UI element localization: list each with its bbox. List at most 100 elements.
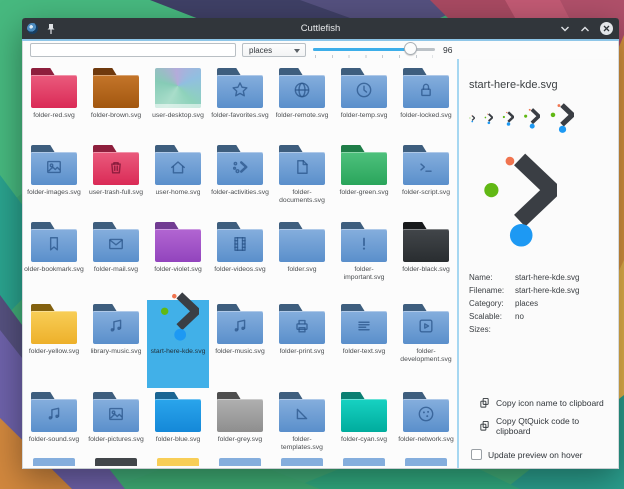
icon-cell-library-music.svg[interactable]: library-music.svg	[85, 300, 147, 388]
icon-label: folder-sound.svg	[29, 436, 79, 444]
icon-cell-user-desktop.svg[interactable]: user-desktop.svg	[147, 64, 209, 141]
start-here-kde-logo-icon	[484, 113, 493, 125]
icon-size-slider[interactable]	[313, 41, 437, 60]
preview-title: start-here-kde.svg	[469, 79, 610, 91]
icon-cell-folder-green.svg[interactable]: folder-green.svg	[333, 141, 395, 218]
network-emblem-icon	[416, 404, 436, 424]
detail-label: Filename:	[469, 284, 515, 297]
textlines-emblem-icon	[354, 316, 374, 336]
detail-row-category: Category:places	[469, 297, 610, 310]
icon-cell-folder-blue.svg[interactable]: folder-blue.svg	[147, 388, 209, 458]
action-button-copy-qtquick-code[interactable]: Copy QtQuick code to clipboard	[479, 416, 610, 436]
slider-value: 96	[443, 45, 452, 55]
icon-cell-folder-cyan.svg[interactable]: folder-cyan.svg	[333, 388, 395, 458]
icon-label: folder- development.svg	[400, 348, 451, 363]
icon-cell-folder-documents.svg[interactable]: folder- documents.svg	[271, 141, 333, 218]
icon-label: folder-green.svg	[339, 189, 388, 197]
icon-cell-folder-network.svg[interactable]: folder-network.svg	[395, 388, 457, 458]
icon-cell-folder-yellow.svg[interactable]: folder-yellow.svg	[23, 300, 85, 388]
update-preview-checkbox-row[interactable]: Update preview on hover	[471, 449, 610, 460]
clipped-icon[interactable]	[333, 458, 395, 466]
folder-icon	[341, 304, 387, 344]
icon-label: folder-black.svg	[402, 266, 450, 274]
clipped-icon[interactable]	[85, 458, 147, 466]
icon-cell-folder-brown.svg[interactable]: folder-brown.svg	[85, 64, 147, 141]
film-emblem-icon	[230, 234, 250, 254]
clipped-icon[interactable]	[271, 458, 333, 466]
icon-cell-folder-text.svg[interactable]: folder-text.svg	[333, 300, 395, 388]
icon-cell-folder-favorites.svg[interactable]: folder-favorites.svg	[209, 64, 271, 141]
icon-label: folder-violet.svg	[154, 266, 202, 274]
shade-button-chevron-down-icon[interactable]	[560, 25, 570, 33]
icon-label: folder-grey.svg	[218, 436, 262, 444]
clipped-icon[interactable]	[395, 458, 457, 466]
icon-cell-folder-grey.svg[interactable]: folder-grey.svg	[209, 388, 271, 458]
icon-cell-user-trash-full.svg[interactable]: user-trash-full.svg	[85, 141, 147, 218]
action-button-copy-icon-name[interactable]: Copy icon name to clipboard	[479, 397, 610, 409]
triangle-emblem-icon	[292, 404, 312, 424]
icon-label: user-desktop.svg	[152, 112, 204, 120]
folder-icon	[217, 392, 263, 432]
folder-icon	[217, 222, 263, 262]
preview-panel: start-here-kde.svg Name:start-here-kde.s…	[460, 59, 618, 468]
activities-emblem-icon	[230, 157, 250, 177]
folder-icon	[93, 392, 139, 432]
clipped-icon[interactable]	[209, 458, 271, 466]
icon-cell-folder-black.svg[interactable]: folder-black.svg	[395, 218, 457, 300]
icon-grid-row: folder-images.svguser-trash-full.svguser…	[23, 141, 457, 218]
trash-emblem-icon	[106, 157, 126, 177]
icon-cell-folder-sound.svg[interactable]: folder-sound.svg	[23, 388, 85, 458]
music-emblem-icon	[44, 404, 64, 424]
icon-cell-folder-violet.svg[interactable]: folder-violet.svg	[147, 218, 209, 300]
icon-cell-folder-activities.svg[interactable]: folder-activities.svg	[209, 141, 271, 218]
icon-label: folder-brown.svg	[91, 112, 141, 120]
detail-label: Scalable:	[469, 310, 515, 323]
folder-icon	[93, 68, 139, 108]
icon-cell-folder-templates.svg[interactable]: folder-templates.svg	[271, 388, 333, 458]
icon-cell-folder-remote.svg[interactable]: folder-remote.svg	[271, 64, 333, 141]
icon-cell-folder-images.svg[interactable]: folder-images.svg	[23, 141, 85, 218]
icon-cell-folder-print.svg[interactable]: folder-print.svg	[271, 300, 333, 388]
clipped-icon[interactable]	[147, 458, 209, 466]
folder-icon	[279, 68, 325, 108]
icon-label: folder-blue.svg	[156, 436, 201, 444]
icon-cell-folder-pictures.svg[interactable]: folder-pictures.svg	[85, 388, 147, 458]
icon-cell-folder.svg[interactable]: folder.svg	[271, 218, 333, 300]
icon-cell-folder-mail.svg[interactable]: folder-mail.svg	[85, 218, 147, 300]
detail-value: places	[515, 297, 538, 310]
close-button[interactable]	[600, 22, 613, 35]
icon-cell-folder-videos.svg[interactable]: folder-videos.svg	[209, 218, 271, 300]
category-dropdown[interactable]: places	[242, 43, 306, 57]
icon-cell-start-here-kde.svg[interactable]: start-here-kde.svg	[147, 300, 209, 388]
slider-handle[interactable]	[404, 42, 417, 55]
icon-cell-folder-development.svg[interactable]: folder- development.svg	[395, 300, 457, 388]
icon-cell-folder-script.svg[interactable]: folder-script.svg	[395, 141, 457, 218]
maximize-button-chevron-up-icon[interactable]	[580, 25, 590, 33]
icon-label: folder-videos.svg	[214, 266, 265, 274]
search-input[interactable]	[30, 43, 236, 57]
start-here-kde-logo-icon	[158, 292, 199, 344]
detail-row-sizes: Sizes:	[469, 323, 610, 336]
icon-cell-folder-important.svg[interactable]: folder-important.svg	[333, 218, 395, 300]
folder-icon	[217, 68, 263, 108]
panel-actions: Copy icon name to clipboard Copy QtQuick …	[469, 390, 610, 443]
icon-label: folder-yellow.svg	[29, 348, 79, 356]
icon-cell-user-home.svg[interactable]: user-home.svg	[147, 141, 209, 218]
toolbar: places 96	[23, 41, 618, 60]
document-emblem-icon	[292, 157, 312, 177]
titlebar[interactable]: Cuttlefish	[22, 18, 619, 39]
icon-cell-folder-music.svg[interactable]: folder-music.svg	[209, 300, 271, 388]
icon-cell-folder-temp.svg[interactable]: folder-temp.svg	[333, 64, 395, 141]
start-here-kde-logo-icon	[523, 108, 540, 130]
clipped-icon[interactable]	[23, 458, 85, 466]
folder-icon	[155, 145, 201, 185]
icon-cell-folder-locked.svg[interactable]: folder-locked.svg	[395, 64, 457, 141]
grid-panel-separator-scrollbar[interactable]	[457, 59, 459, 468]
size-preview-12	[484, 113, 493, 125]
checkbox[interactable]	[471, 449, 482, 460]
icon-cell-folder-red.svg[interactable]: folder-red.svg	[23, 64, 85, 141]
icon-label: start-here-kde.svg	[151, 348, 206, 356]
size-preview-32	[549, 103, 574, 135]
desktop-wallpaper-thumbnail	[155, 68, 201, 108]
icon-cell-older-bookmark.svg[interactable]: older-bookmark.svg	[23, 218, 85, 300]
